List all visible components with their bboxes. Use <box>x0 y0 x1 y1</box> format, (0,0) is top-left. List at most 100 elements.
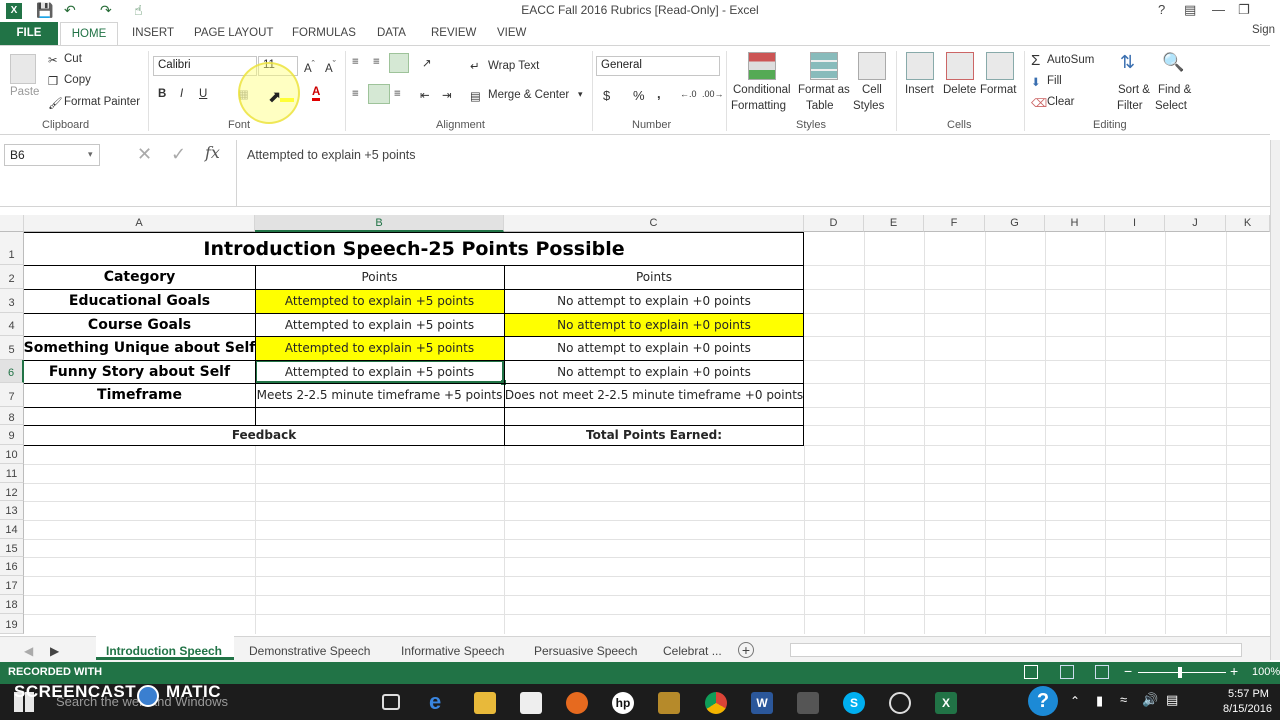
clear-icon[interactable]: ⌫ <box>1031 96 1047 110</box>
horizontal-scrollbar[interactable] <box>790 643 1242 657</box>
normal-view-icon[interactable] <box>1024 665 1038 679</box>
selected-cell-b6[interactable]: Attempted to explain +5 points <box>255 360 504 383</box>
row-header[interactable]: 18 <box>0 595 24 614</box>
shrink-font-icon[interactable]: Aˇ <box>325 59 336 75</box>
row-header[interactable]: 1 <box>0 232 24 265</box>
worksheet-grid[interactable]: A B C D E F G H I J K 1 2 3 4 5 6 7 8 9 … <box>0 215 1270 636</box>
page-layout-view-icon[interactable] <box>1060 665 1074 679</box>
category-cell[interactable]: Something Unique about Self <box>24 336 255 360</box>
points-c-cell[interactable]: Does not meet 2-2.5 minute timeframe +0 … <box>504 383 804 407</box>
hp-icon[interactable]: hp <box>612 692 634 714</box>
row-header[interactable]: 17 <box>0 576 24 595</box>
row-header[interactable]: 4 <box>0 313 24 336</box>
word-icon[interactable]: W <box>751 692 773 714</box>
task-view-icon[interactable] <box>382 694 400 710</box>
merge-dropdown-icon[interactable]: ▾ <box>578 89 583 100</box>
sort-filter-button-line2[interactable]: Filter <box>1117 100 1143 112</box>
orientation-icon[interactable]: ↗ <box>422 56 432 70</box>
zoom-level[interactable]: 100% <box>1252 666 1280 678</box>
clock-time[interactable]: 5:57 PM <box>1228 688 1269 700</box>
battery-icon[interactable]: ▮ <box>1096 693 1103 709</box>
merge-icon[interactable]: ▤ <box>470 89 481 103</box>
column-header-e[interactable]: E <box>864 215 924 232</box>
restore-icon[interactable]: ❐ <box>1238 2 1250 18</box>
confirm-entry-icon[interactable]: ✓ <box>171 144 186 165</box>
feedback-cell[interactable]: Feedback <box>24 425 504 445</box>
vertical-scrollbar[interactable] <box>1270 140 1280 660</box>
insert-cells-icon[interactable] <box>906 52 934 80</box>
category-cell[interactable]: Funny Story about Self <box>24 360 255 383</box>
help-tray-icon[interactable]: ? <box>1028 686 1058 716</box>
sheet-tab-introduction[interactable]: Introduction Speech <box>106 644 222 658</box>
decrease-indent-icon[interactable]: ⇤ <box>420 88 430 102</box>
top-align-icon[interactable]: ≡ <box>352 56 359 68</box>
format-as-table-button[interactable]: Format as <box>798 84 850 96</box>
wrap-text-icon[interactable]: ↵ <box>470 59 480 73</box>
grow-font-icon[interactable]: Aˆ <box>304 59 315 75</box>
increase-decimal-icon[interactable]: ←.0 <box>680 89 697 99</box>
points-b-cell[interactable]: Attempted to explain +5 points <box>255 289 504 313</box>
app-icon-2[interactable] <box>797 692 819 714</box>
percent-button[interactable]: % <box>633 88 645 103</box>
column-header-a[interactable]: A <box>24 215 255 232</box>
find-select-button-line2[interactable]: Select <box>1155 100 1187 112</box>
row-header[interactable]: 10 <box>0 445 24 464</box>
cut-button[interactable]: Cut <box>64 53 82 65</box>
delete-cells-icon[interactable] <box>946 52 974 80</box>
delete-cells-button[interactable]: Delete <box>943 84 976 96</box>
format-cells-icon[interactable] <box>986 52 1014 80</box>
sheet-tab-demonstrative[interactable]: Demonstrative Speech <box>249 644 370 658</box>
cut-icon[interactable]: ✂ <box>48 53 58 67</box>
points-c-cell[interactable]: No attempt to explain +0 points <box>504 289 804 313</box>
insert-cells-button[interactable]: Insert <box>905 84 934 96</box>
store-icon[interactable] <box>520 692 542 714</box>
column-header-j[interactable]: J <box>1165 215 1226 232</box>
sort-filter-icon[interactable]: ⇅ <box>1120 52 1148 80</box>
italic-button[interactable]: I <box>180 88 183 100</box>
format-as-table-button-line2[interactable]: Table <box>806 100 834 112</box>
copy-button[interactable]: Copy <box>64 74 91 86</box>
prev-sheet-icon[interactable]: ◀ <box>24 644 33 658</box>
points-c-cell[interactable]: No attempt to explain +0 points <box>504 336 804 360</box>
total-points-cell[interactable]: Total Points Earned: <box>504 425 804 445</box>
column-header-k[interactable]: K <box>1226 215 1270 232</box>
binoculars-icon[interactable]: 🔍 <box>1162 52 1190 80</box>
excel-taskbar-icon[interactable]: X <box>935 692 957 714</box>
merge-center-button[interactable]: Merge & Center <box>488 89 569 101</box>
row-header[interactable]: 9 <box>0 425 24 445</box>
edge-browser-icon[interactable]: e <box>429 689 451 714</box>
row-header[interactable]: 13 <box>0 501 24 520</box>
points-header-c-cell[interactable]: Points <box>504 265 804 289</box>
category-cell[interactable]: Educational Goals <box>24 289 255 313</box>
format-painter-button[interactable]: Format Painter <box>64 96 140 108</box>
name-box[interactable]: B6 <box>4 144 100 166</box>
row-header[interactable]: 19 <box>0 614 24 634</box>
volume-icon[interactable]: 🔊 <box>1142 692 1158 708</box>
tab-page-layout[interactable]: PAGE LAYOUT <box>194 27 273 39</box>
copy-icon[interactable]: ❐ <box>48 74 58 88</box>
sheet-title-cell[interactable]: Introduction Speech-25 Points Possible <box>24 232 804 265</box>
wifi-icon[interactable]: ≈ <box>1120 692 1127 707</box>
ribbon-display-icon[interactable]: ▤ <box>1184 2 1196 18</box>
zoom-out-icon[interactable]: − <box>1124 663 1132 679</box>
tab-review[interactable]: REVIEW <box>431 27 476 39</box>
conditional-formatting-icon[interactable] <box>748 52 776 80</box>
fill-icon[interactable]: ⬇ <box>1031 75 1041 89</box>
clear-button[interactable]: Clear <box>1047 96 1074 108</box>
name-box-dropdown-icon[interactable]: ▾ <box>88 149 93 160</box>
column-header-f[interactable]: F <box>924 215 985 232</box>
column-header-h[interactable]: H <box>1045 215 1105 232</box>
row-header[interactable]: 3 <box>0 289 24 313</box>
points-b-cell[interactable]: Meets 2-2.5 minute timeframe +5 points <box>255 383 504 407</box>
tab-formulas[interactable]: FORMULAS <box>292 27 356 39</box>
align-right-icon[interactable]: ≡ <box>394 88 401 100</box>
sort-filter-button[interactable]: Sort & <box>1118 84 1150 96</box>
align-left-icon[interactable]: ≡ <box>352 88 359 100</box>
sheet-tab-persuasive[interactable]: Persuasive Speech <box>534 644 637 658</box>
file-explorer-icon[interactable] <box>474 692 496 714</box>
notifications-icon[interactable]: ▤ <box>1166 692 1178 708</box>
paste-button[interactable]: Paste <box>10 86 39 98</box>
increase-indent-icon[interactable]: ⇥ <box>442 88 452 102</box>
format-cells-button[interactable]: Format <box>980 84 1016 96</box>
tab-view[interactable]: VIEW <box>497 27 526 39</box>
